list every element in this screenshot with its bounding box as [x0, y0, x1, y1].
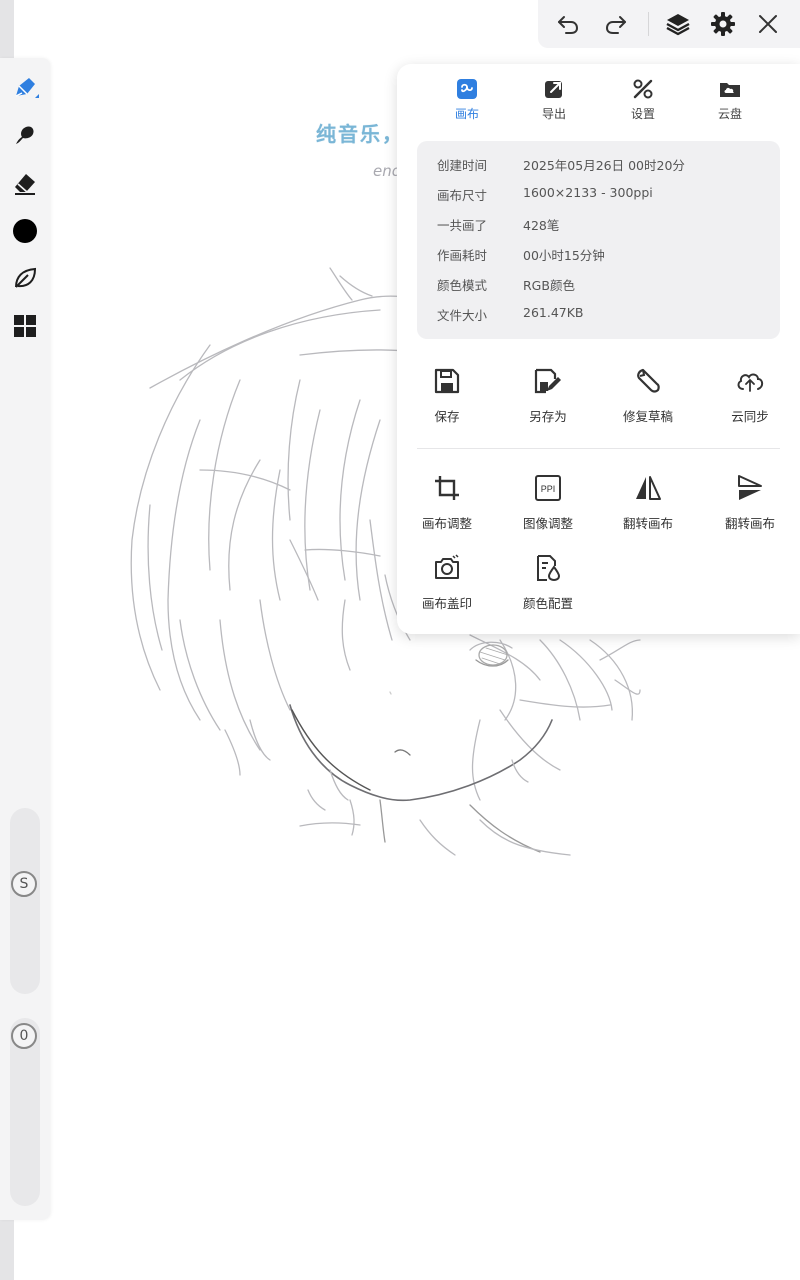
flip-horizontal-label: 翻转画布	[622, 516, 673, 531]
eraser-icon	[15, 174, 35, 195]
size-slider-badge[interactable]: S	[11, 871, 37, 897]
settings-tools-icon	[633, 79, 653, 99]
smudge-icon	[16, 126, 34, 144]
color-profile-label: 颜色配置	[522, 596, 573, 611]
undo-icon	[558, 16, 579, 34]
flip-horizontal-icon	[636, 476, 661, 500]
close-button[interactable]	[750, 6, 786, 42]
info-row-file-size: 文件大小 261.47KB	[437, 305, 584, 325]
save-as-label: 另存为	[529, 409, 567, 424]
image-adjust-button[interactable]: PPI 图像调整	[506, 471, 590, 532]
info-row-canvas-size: 画布尺寸 1600×2133 - 300ppi	[437, 185, 653, 205]
info-value: 1600×2133 - 300ppi	[523, 185, 653, 200]
info-key: 颜色模式	[437, 278, 488, 293]
flip-vertical-icon	[738, 475, 762, 500]
save-as-button[interactable]: 另存为	[506, 364, 590, 425]
brush-size-slider[interactable]	[10, 808, 40, 994]
ppi-icon-text: PPI	[541, 484, 556, 494]
flip-canvas-horizontal-button[interactable]: 翻转画布	[606, 471, 690, 532]
canvas-menu-panel: 画布 导出 设置 云盘 创建时间 2025年05月26日 00时20分 画布尺寸…	[397, 64, 800, 634]
crop-icon	[435, 476, 459, 500]
smudge-tool-button[interactable]	[8, 118, 42, 152]
undo-button[interactable]	[550, 6, 586, 42]
info-row-created: 创建时间 2025年05月26日 00时20分	[437, 155, 685, 175]
cloud-sync-icon	[737, 373, 764, 392]
color-picker-button[interactable]	[8, 214, 42, 248]
save-icon	[434, 368, 460, 394]
image-adjust-label: 图像调整	[522, 516, 573, 531]
save-button[interactable]: 保存	[405, 364, 489, 425]
canvas-stamp-label: 画布盖印	[421, 596, 472, 611]
repair-draft-label: 修复草稿	[622, 409, 673, 424]
opacity-slider-badge[interactable]: 0	[11, 1023, 37, 1049]
canvas-icon	[457, 79, 477, 99]
canvas-adjust-button[interactable]: 画布调整	[405, 471, 489, 532]
leaf-icon	[15, 267, 37, 288]
ppi-icon: PPI	[535, 475, 561, 501]
layers-icon	[666, 14, 690, 36]
redo-button[interactable]	[598, 6, 634, 42]
tab-settings-label: 设置	[630, 107, 655, 121]
tab-canvas-label: 画布	[454, 107, 479, 121]
eraser-tool-button[interactable]	[8, 166, 42, 200]
tab-cloud-drive-label: 云盘	[717, 107, 742, 121]
save-label: 保存	[434, 409, 460, 424]
layers-button[interactable]	[660, 6, 696, 42]
grid-tool-button[interactable]	[8, 309, 42, 343]
color-profile-button[interactable]: 颜色配置	[506, 551, 590, 612]
tab-settings[interactable]: 设置	[608, 76, 678, 122]
repair-draft-button[interactable]: 修复草稿	[606, 364, 690, 425]
pen-tool-button[interactable]	[8, 71, 42, 105]
actions-divider	[417, 448, 780, 449]
tab-export[interactable]: 导出	[519, 76, 589, 122]
tab-canvas[interactable]: 画布	[432, 76, 502, 122]
tab-cloud-drive[interactable]: 云盘	[695, 76, 765, 122]
cloud-sync-label: 云同步	[731, 409, 769, 424]
info-row-strokes: 一共画了 428笔	[437, 215, 559, 235]
save-as-icon	[534, 368, 561, 394]
flip-vertical-label: 翻转画布	[724, 516, 775, 531]
color-profile-icon	[537, 555, 561, 582]
camera-icon	[435, 554, 459, 579]
top-bar-divider	[648, 12, 649, 36]
leaf-tool-button[interactable]	[8, 261, 42, 295]
info-key: 创建时间	[437, 158, 488, 173]
canvas-stamp-button[interactable]: 画布盖印	[405, 551, 489, 612]
color-black-icon	[13, 219, 37, 243]
cloud-folder-icon	[720, 83, 740, 97]
info-value: 428笔	[523, 218, 560, 233]
info-value: 00小时15分钟	[523, 248, 605, 263]
info-key: 画布尺寸	[437, 188, 488, 203]
info-key: 文件大小	[437, 308, 488, 323]
pen-icon	[15, 78, 39, 98]
redo-icon	[605, 16, 626, 34]
info-key: 一共画了	[437, 218, 488, 233]
left-toolbar: S 0	[0, 58, 50, 1220]
close-icon	[759, 15, 777, 33]
top-bar	[538, 0, 800, 48]
info-value: 2025年05月26日 00时20分	[523, 158, 685, 173]
info-key: 作画耗时	[437, 248, 488, 263]
settings-button[interactable]	[705, 6, 741, 42]
info-row-color-mode: 颜色模式 RGB颜色	[437, 275, 575, 295]
info-row-time-spent: 作画耗时 00小时15分钟	[437, 245, 605, 265]
grid-icon	[14, 315, 36, 337]
wrench-icon	[637, 368, 660, 393]
info-value: 261.47KB	[523, 305, 584, 320]
flip-canvas-vertical-button[interactable]: 翻转画布	[708, 471, 792, 532]
export-icon	[545, 81, 562, 98]
cloud-sync-button[interactable]: 云同步	[708, 364, 792, 425]
info-value: RGB颜色	[523, 278, 575, 293]
tab-export-label: 导出	[541, 107, 566, 121]
canvas-info-box: 创建时间 2025年05月26日 00时20分 画布尺寸 1600×2133 -…	[417, 141, 780, 339]
canvas-adjust-label: 画布调整	[421, 516, 472, 531]
gear-icon	[711, 12, 735, 36]
